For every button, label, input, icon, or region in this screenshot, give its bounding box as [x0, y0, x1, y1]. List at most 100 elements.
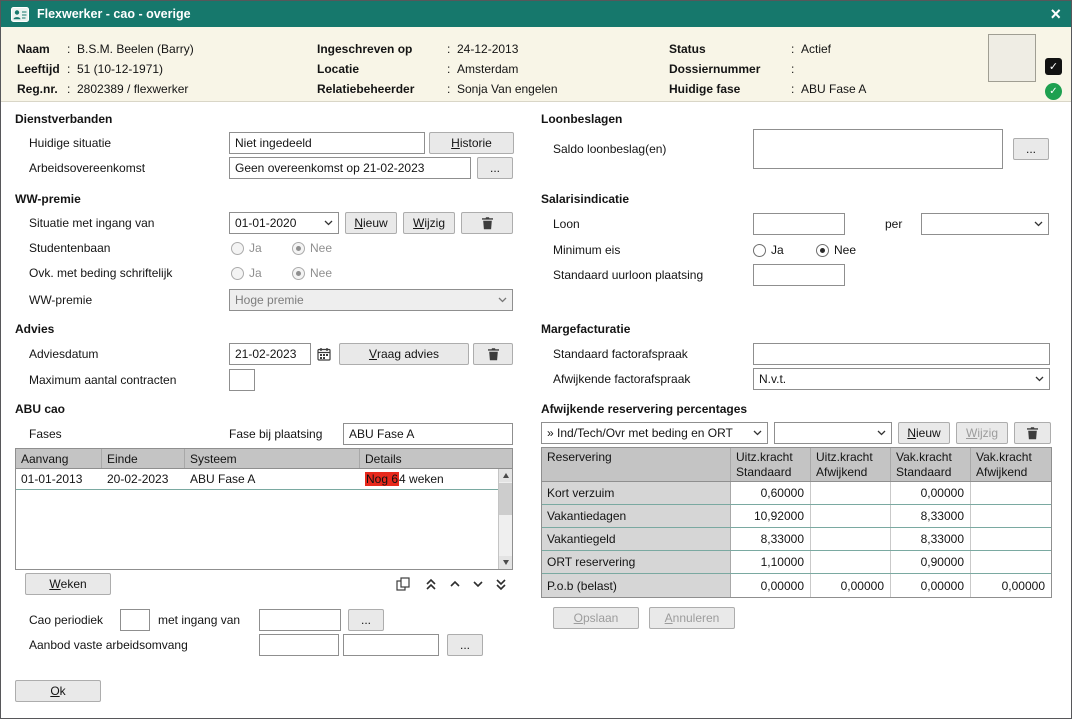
ovk-beding-label: Ovk. met beding schriftelijk — [29, 266, 172, 280]
ovk-ja-radio[interactable] — [231, 267, 244, 280]
flexwerker-dialog: Flexwerker - cao - overige × Naam:B.S.M.… — [0, 0, 1072, 719]
chevron-down-icon — [1035, 376, 1044, 382]
vraag-advies-button[interactable]: Vraag advies — [339, 343, 469, 365]
table-row[interactable]: ORT reservering 1,10000 0,90000 — [542, 551, 1051, 574]
fases-table-body: 01-01-2013 20-02-2023 ABU Fase A Nog 64 … — [16, 469, 498, 490]
studentenbaan-nee-radio[interactable] — [292, 242, 305, 255]
double-chevron-down-icon[interactable] — [490, 574, 512, 594]
ww-premie-select[interactable]: Hoge premie — [229, 289, 513, 311]
studentenbaan-label: Studentenbaan — [29, 241, 110, 255]
table-row[interactable]: Vakantiedagen 10,92000 8,33000 — [542, 505, 1051, 528]
field-value: Amsterdam — [457, 62, 518, 76]
studentenbaan-ja-radio[interactable] — [231, 242, 244, 255]
cao-periodiek-input[interactable] — [120, 609, 150, 631]
weken-button[interactable]: Weken — [25, 573, 111, 595]
column-header: Vak.krachtAfwijkend — [971, 448, 1051, 481]
annuleren-button[interactable]: Annuleren — [649, 607, 735, 629]
reservering-wijzig-button[interactable]: Wijzig — [956, 422, 1008, 444]
table-row[interactable]: Vakantiegeld 8,33000 8,33000 — [542, 528, 1051, 551]
column-header: Uitz.krachtStandaard — [731, 448, 811, 481]
field-label: Naam — [17, 42, 67, 56]
cell-reservering: Vakantiedagen — [542, 505, 731, 527]
cell-reservering: P.o.b (belast) — [542, 574, 731, 597]
scroll-thumb[interactable] — [499, 483, 512, 515]
cao-periodiek-more-button[interactable]: ... — [348, 609, 384, 631]
minimum-eis-nee-radio[interactable] — [816, 244, 829, 257]
copy-icon[interactable] — [392, 574, 414, 594]
field-label: Status — [669, 42, 791, 56]
ww-nieuw-button[interactable]: Nieuw — [345, 212, 397, 234]
huidige-situatie-input[interactable] — [229, 132, 425, 154]
ok-button[interactable]: Ok — [15, 680, 101, 702]
column-header: Reservering — [542, 448, 731, 481]
factorafspraak-input[interactable] — [753, 343, 1050, 365]
double-chevron-up-icon[interactable] — [420, 574, 442, 594]
minimum-eis-ja-radio[interactable] — [753, 244, 766, 257]
field-label: Locatie — [317, 62, 447, 76]
cell-value: 8,33000 — [731, 528, 811, 550]
minimum-eis-ja-label: Ja — [771, 243, 784, 257]
studentenbaan-ja-label: Ja — [249, 241, 262, 255]
reservering-delete-button[interactable] — [1014, 422, 1051, 444]
ww-wijzig-button[interactable]: Wijzig — [403, 212, 455, 234]
chevron-down-icon — [877, 430, 886, 436]
cell-value — [971, 482, 1051, 504]
table-row[interactable]: Kort verzuim 0,60000 0,00000 — [542, 482, 1051, 505]
uurloon-input[interactable] — [753, 264, 845, 286]
fases-scrollbar[interactable] — [498, 469, 512, 569]
calendar-icon[interactable] — [313, 344, 335, 364]
saldo-loonbeslag-input[interactable] — [753, 129, 1003, 169]
adviesdatum-input[interactable] — [229, 343, 311, 365]
afwijkende-factorafspraak-select[interactable]: N.v.t. — [753, 368, 1050, 390]
opslaan-button[interactable]: Opslaan — [553, 607, 639, 629]
fase-bij-plaatsing-input[interactable] — [343, 423, 513, 445]
column-header: Details — [360, 449, 512, 468]
reserveringen-table-header: Reservering Uitz.krachtStandaard Uitz.kr… — [542, 448, 1051, 482]
colon: : — [67, 82, 77, 96]
scroll-up-icon[interactable] — [499, 469, 512, 482]
historie-button[interactable]: Historie — [429, 132, 514, 154]
table-row[interactable]: 01-01-2013 20-02-2023 ABU Fase A Nog 64 … — [16, 469, 498, 490]
column-header: Einde — [102, 449, 185, 468]
cell-value: 8,33000 — [891, 528, 971, 550]
weeks-rest: 4 weken — [399, 472, 444, 486]
cell-value — [811, 551, 891, 573]
colon: : — [67, 62, 77, 76]
table-row[interactable]: P.o.b (belast) 0,00000 0,00000 0,00000 0… — [542, 574, 1051, 597]
field-value: Actief — [801, 42, 831, 56]
reservering-nieuw-button[interactable]: Nieuw — [898, 422, 950, 444]
aanbod-input-2[interactable] — [343, 634, 439, 656]
loon-input[interactable] — [753, 213, 845, 235]
scroll-down-icon[interactable] — [499, 556, 512, 569]
cell-reservering: Vakantiegeld — [542, 528, 731, 550]
fase-bij-plaatsing-label: Fase bij plaatsing — [229, 427, 322, 441]
per-select[interactable] — [921, 213, 1049, 235]
reservering-filter-select[interactable]: » Ind/Tech/Ovr met beding en ORT — [541, 422, 768, 444]
aanbod-label: Aanbod vaste arbeidsomvang — [29, 638, 188, 652]
cell-value: 0,00000 — [891, 574, 971, 597]
max-contracten-input[interactable] — [229, 369, 255, 391]
reserveringen-table: Reservering Uitz.krachtStandaard Uitz.kr… — [541, 447, 1052, 598]
saldo-more-button[interactable]: ... — [1013, 138, 1049, 160]
colon: : — [447, 82, 457, 96]
aanbod-input-1[interactable] — [259, 634, 339, 656]
situatie-ingang-select[interactable]: 01-01-2020 — [229, 212, 339, 234]
field-label: Leeftijd — [17, 62, 67, 76]
ww-delete-button[interactable] — [461, 212, 513, 234]
reservering-periode-select[interactable] — [774, 422, 892, 444]
ovk-nee-radio[interactable] — [292, 267, 305, 280]
max-contracten-label: Maximum aantal contracten — [29, 373, 176, 387]
flag-checkbox[interactable]: ✓ — [1045, 58, 1062, 75]
loon-label: Loon — [553, 217, 580, 231]
title-bar: Flexwerker - cao - overige × — [1, 1, 1071, 27]
chevron-up-icon[interactable] — [444, 574, 466, 594]
advies-delete-button[interactable] — [473, 343, 513, 365]
chevron-down-nav-icon[interactable] — [467, 574, 489, 594]
met-ingang-van-input[interactable] — [259, 609, 341, 631]
aanbod-more-button[interactable]: ... — [447, 634, 483, 656]
colon: : — [67, 42, 77, 56]
close-icon[interactable]: × — [1050, 5, 1061, 23]
arbeidsovereenkomst-input[interactable] — [229, 157, 471, 179]
arbeidsovereenkomst-more-button[interactable]: ... — [477, 157, 513, 179]
adviesdatum-label: Adviesdatum — [29, 347, 98, 361]
